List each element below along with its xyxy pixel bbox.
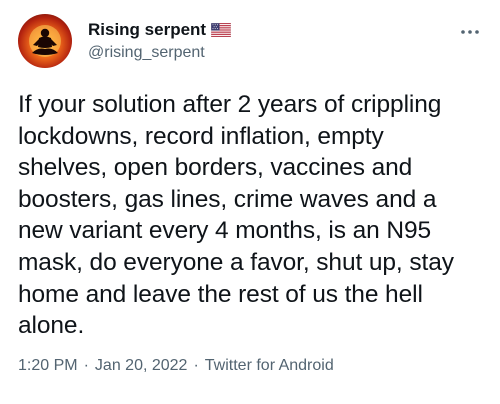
tweet-time[interactable]: 1:20 PM [18,357,78,375]
tweet-text: If your solution after 2 years of crippl… [18,91,454,340]
user-handle[interactable]: @rising_serpent [88,44,231,62]
tweet-header: Rising serpent @rising_serpent [18,14,482,70]
meditating-figure-icon [29,25,61,57]
display-name[interactable]: Rising serpent [88,20,206,40]
meta-separator: · [193,357,199,374]
display-name-row: Rising serpent [88,18,232,42]
tweet-meta: 1:20 PM · Jan 20, 2022 · Twitter for And… [18,357,334,375]
more-icon[interactable] [458,20,482,44]
us-flag-icon [210,22,232,38]
tweet-source[interactable]: Twitter for Android [205,357,334,375]
user-info: Rising serpent @rising_serpent [88,18,232,62]
avatar[interactable] [18,14,72,68]
meta-separator: · [83,357,89,374]
tweet-card: Rising serpent @rising_serpent If your s… [0,0,500,404]
tweet-date[interactable]: Jan 20, 2022 [95,357,188,375]
